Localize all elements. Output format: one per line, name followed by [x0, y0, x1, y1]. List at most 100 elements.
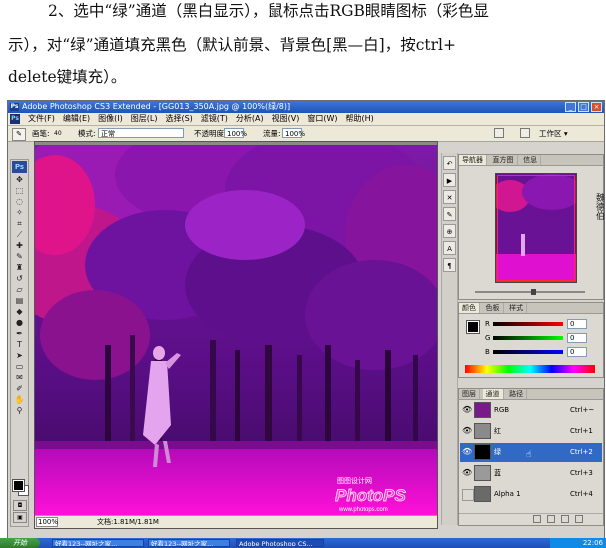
- notes-tool-icon[interactable]: ✉: [11, 372, 28, 383]
- color-ramp[interactable]: [465, 365, 595, 373]
- tab-layers[interactable]: 图层: [459, 389, 480, 399]
- menu-window[interactable]: 窗口(W): [303, 113, 341, 125]
- menu-view[interactable]: 视图(V): [268, 113, 304, 125]
- character-panel-icon[interactable]: A: [443, 241, 456, 255]
- mode-label: 模式:: [78, 129, 96, 138]
- tab-info[interactable]: 信息: [520, 155, 542, 165]
- minimize-button[interactable]: _: [565, 102, 576, 112]
- menu-select[interactable]: 选择(S): [161, 113, 196, 125]
- brush-tool-icon[interactable]: ✎: [12, 128, 26, 141]
- magic-wand-tool-icon[interactable]: ✧: [11, 207, 28, 218]
- tool-presets-panel-icon[interactable]: ✕: [443, 190, 456, 204]
- menu-analysis[interactable]: 分析(A): [232, 113, 268, 125]
- save-selection-icon[interactable]: [547, 515, 555, 523]
- healing-brush-tool-icon[interactable]: ✚: [11, 240, 28, 251]
- taskbar-button-browser-1[interactable]: 好看123--网址之家...: [52, 539, 144, 547]
- navigator-thumbnail[interactable]: [495, 173, 577, 283]
- tool-presets-icon[interactable]: [494, 128, 504, 138]
- clone-source-panel-icon[interactable]: ⊕: [443, 224, 456, 238]
- menu-edit[interactable]: 编辑(E): [59, 113, 94, 125]
- screen-mode-icon[interactable]: ▣: [13, 512, 27, 523]
- tab-navigator[interactable]: 导航器: [459, 155, 487, 165]
- tab-histogram[interactable]: 直方图: [490, 155, 518, 165]
- foreground-color[interactable]: [12, 479, 25, 492]
- maximize-button[interactable]: □: [578, 102, 589, 112]
- zoom-tool-icon[interactable]: ⚲: [11, 405, 28, 416]
- taskbar-button-browser-2[interactable]: 好看123--网址之家...: [148, 539, 230, 547]
- brushes-panel-icon[interactable]: ✎: [443, 207, 456, 221]
- document-info[interactable]: 文档:1.81M/1.81M: [97, 516, 159, 528]
- zoom-field[interactable]: 100%: [36, 517, 58, 527]
- tab-swatches[interactable]: 色板: [483, 303, 504, 313]
- history-panel-icon[interactable]: ↶: [443, 156, 456, 170]
- taskbar-button-photoshop[interactable]: Adobe Photoshop CS...: [236, 539, 324, 547]
- red-slider[interactable]: [493, 322, 563, 326]
- menu-filter[interactable]: 滤镜(T): [197, 113, 232, 125]
- tab-paths[interactable]: 路径: [506, 389, 528, 399]
- paragraph-panel-icon[interactable]: ¶: [443, 258, 456, 272]
- navigator-zoom-slider[interactable]: [465, 289, 599, 295]
- visibility-eye-icon[interactable]: 👁: [462, 447, 472, 457]
- visibility-toggle-empty[interactable]: [462, 489, 474, 501]
- tab-styles[interactable]: 样式: [506, 303, 528, 313]
- brush-tool-icon-2[interactable]: ✎: [11, 251, 28, 262]
- menu-layer[interactable]: 图层(L): [127, 113, 162, 125]
- opacity-field[interactable]: 100%: [224, 128, 247, 138]
- start-button[interactable]: 开始: [0, 538, 40, 548]
- pen-tool-icon[interactable]: ✒: [11, 328, 28, 339]
- workspace-menu[interactable]: 工作区 ▾: [539, 127, 568, 140]
- menu-file[interactable]: 文件(F): [24, 113, 59, 125]
- brush-size[interactable]: 40: [54, 127, 62, 140]
- channel-row-green[interactable]: 👁 绿 Ctrl+2 ☝: [460, 443, 602, 462]
- shape-tool-icon[interactable]: ▭: [11, 361, 28, 372]
- tab-channels[interactable]: 通道: [482, 389, 504, 399]
- ps-menu-icon[interactable]: Ps: [10, 114, 20, 124]
- path-selection-tool-icon[interactable]: ➤: [11, 350, 28, 361]
- gradient-tool-icon[interactable]: ▤: [11, 295, 28, 306]
- green-value[interactable]: 0: [567, 333, 587, 343]
- crop-tool-icon[interactable]: ⌗: [11, 218, 28, 229]
- channel-row-rgb[interactable]: 👁 RGB Ctrl+~: [460, 401, 602, 420]
- channel-row-blue[interactable]: 👁 蓝 Ctrl+3: [460, 464, 602, 483]
- blue-value[interactable]: 0: [567, 347, 587, 357]
- visibility-eye-icon[interactable]: 👁: [462, 468, 472, 478]
- brushes-palette-icon[interactable]: [520, 128, 530, 138]
- delete-channel-icon[interactable]: [575, 515, 583, 523]
- new-channel-icon[interactable]: [561, 515, 569, 523]
- tab-color[interactable]: 颜色: [459, 303, 480, 313]
- lasso-tool-icon[interactable]: ◌: [11, 196, 28, 207]
- load-selection-icon[interactable]: [533, 515, 541, 523]
- mode-select[interactable]: 正常: [98, 128, 184, 138]
- options-bar: ✎ 画笔: 40 模式: 正常 不透明度: 100% 流量: 100% 工作区 …: [8, 126, 604, 142]
- channel-row-red[interactable]: 👁 红 Ctrl+1: [460, 422, 602, 441]
- dodge-tool-icon[interactable]: ●: [11, 317, 28, 328]
- eyedropper-tool-icon[interactable]: ✐: [11, 383, 28, 394]
- green-slider[interactable]: [493, 336, 563, 340]
- actions-panel-icon[interactable]: ▶: [443, 173, 456, 187]
- menu-image[interactable]: 图像(I): [94, 113, 127, 125]
- marquee-tool-icon[interactable]: ⬚: [11, 185, 28, 196]
- toolbox: Ps ✥ ⬚ ◌ ✧ ⌗ ⟋ ✚ ✎ ♜ ↺ ▱ ▤ ◆ ● ✒ T ➤ ▭ ✉…: [10, 159, 29, 527]
- flow-field[interactable]: 100%: [282, 128, 305, 138]
- history-brush-tool-icon[interactable]: ↺: [11, 273, 28, 284]
- color-panel-foreground[interactable]: [466, 320, 480, 334]
- move-tool-icon[interactable]: ✥: [11, 174, 28, 185]
- red-value[interactable]: 0: [567, 319, 587, 329]
- close-button[interactable]: ×: [591, 102, 602, 112]
- green-slider-row: G 0: [485, 333, 589, 345]
- visibility-eye-icon[interactable]: 👁: [462, 405, 472, 415]
- channel-row-alpha-1[interactable]: Alpha 1 Ctrl+4: [460, 485, 602, 504]
- clone-stamp-tool-icon[interactable]: ♜: [11, 262, 28, 273]
- eraser-tool-icon[interactable]: ▱: [11, 284, 28, 295]
- document-canvas[interactable]: 图图设计网 PhotoPS www.photops.com: [35, 145, 437, 515]
- quick-mask-icon[interactable]: ◘: [13, 500, 27, 511]
- hand-tool-icon[interactable]: ✋: [11, 394, 28, 405]
- blue-slider[interactable]: [493, 350, 563, 354]
- color-swatches[interactable]: [12, 479, 29, 496]
- slice-tool-icon[interactable]: ⟋: [11, 229, 28, 240]
- view-box[interactable]: [497, 175, 575, 281]
- blur-tool-icon[interactable]: ◆: [11, 306, 28, 317]
- menu-help[interactable]: 帮助(H): [342, 113, 378, 125]
- visibility-eye-icon[interactable]: 👁: [462, 426, 472, 436]
- type-tool-icon[interactable]: T: [11, 339, 28, 350]
